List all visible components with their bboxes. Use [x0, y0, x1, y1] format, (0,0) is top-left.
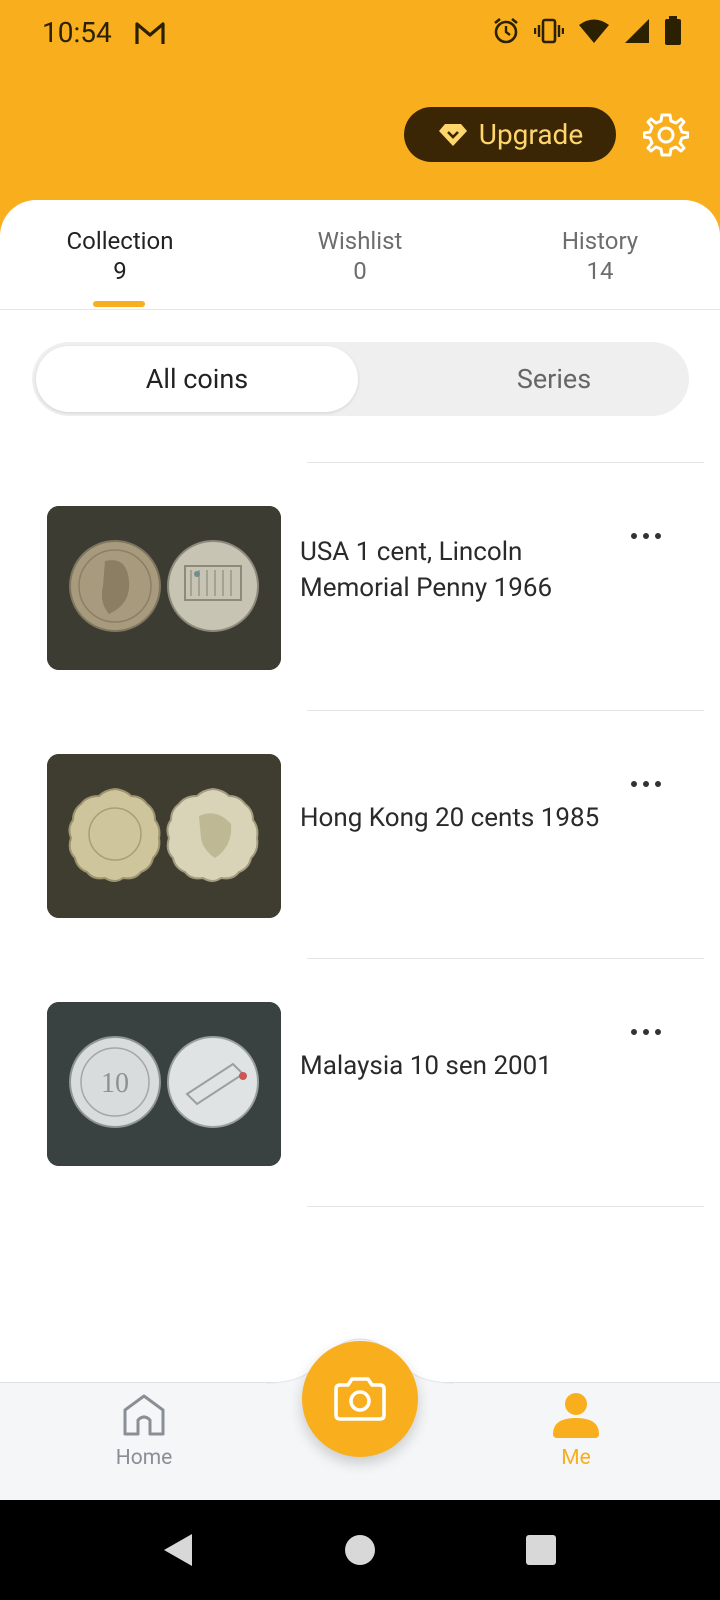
nav-home-label: Home: [115, 1446, 173, 1470]
recents-icon[interactable]: [524, 1532, 558, 1568]
home-icon: [123, 1394, 165, 1436]
more-options-icon[interactable]: [626, 524, 666, 548]
camera-button[interactable]: [302, 1341, 418, 1457]
gmail-icon: [135, 22, 165, 44]
settings-gear-icon[interactable]: [643, 112, 689, 158]
coin-thumbnail: [47, 754, 281, 918]
coin-title: Malaysia 10 sen 2001: [300, 1051, 552, 1081]
coin-image-my10sen: 10: [47, 1002, 281, 1166]
upgrade-label: Upgrade: [478, 118, 584, 151]
vibrate-icon: [534, 18, 564, 44]
coin-list-item[interactable]: USA 1 cent, Lincoln Memorial Penny 1966: [0, 482, 720, 730]
tab-count: 14: [586, 257, 614, 285]
status-time: 10:54: [42, 16, 112, 49]
battery-icon: [665, 16, 681, 45]
alarm-icon: [494, 17, 518, 44]
nav-home[interactable]: Home: [84, 1392, 204, 1470]
coin-list-item[interactable]: 10 Malaysia 10 sen 2001: [0, 978, 720, 1226]
tab-wishlist[interactable]: Wishlist 0: [260, 226, 460, 286]
svg-text:10: 10: [101, 1068, 129, 1099]
diamond-icon: [438, 123, 467, 146]
tab-bar: Collection 9 Wishlist 0 History 14: [0, 200, 720, 310]
signal-icon: [625, 19, 649, 43]
tab-label: History: [561, 227, 639, 255]
segment-all-coins[interactable]: All coins: [36, 346, 358, 412]
status-icons: [492, 16, 682, 46]
tab-history[interactable]: History 14: [500, 226, 700, 286]
wifi-icon: [579, 19, 609, 43]
segmented-control: All coins Series: [32, 342, 689, 416]
tab-label: Collection: [66, 227, 174, 255]
list-divider: [307, 958, 704, 959]
status-bar: 10:54: [0, 0, 720, 66]
coin-image-penny: [47, 506, 281, 670]
tab-count: 9: [113, 257, 127, 285]
list-divider: [307, 462, 704, 463]
more-options-icon[interactable]: [626, 1020, 666, 1044]
nav-me[interactable]: Me: [516, 1392, 636, 1470]
more-options-icon[interactable]: [626, 772, 666, 796]
coin-title: USA 1 cent, Lincoln Memorial Penny 1966: [300, 537, 553, 603]
back-icon[interactable]: [160, 1532, 196, 1568]
coin-list-item[interactable]: Hong Kong 20 cents 1985: [0, 730, 720, 978]
list-divider: [307, 710, 704, 711]
coin-thumbnail: [47, 506, 281, 670]
coin-title: Hong Kong 20 cents 1985: [300, 803, 600, 833]
nav-me-label: Me: [561, 1446, 591, 1470]
upgrade-button[interactable]: Upgrade: [404, 107, 616, 162]
main-card: Collection 9 Wishlist 0 History 14 All c…: [0, 200, 720, 1384]
tab-active-indicator: [93, 301, 145, 307]
home-circle-icon[interactable]: [344, 1532, 376, 1568]
camera-icon: [334, 1377, 386, 1421]
person-icon: [553, 1393, 599, 1438]
system-nav-bar: [0, 1500, 720, 1600]
tab-collection[interactable]: Collection 9: [20, 226, 220, 286]
coin-image-hk20: [47, 754, 281, 918]
list-divider: [307, 1206, 704, 1207]
coin-thumbnail: 10: [47, 1002, 281, 1166]
segment-series[interactable]: Series: [393, 346, 715, 412]
tab-count: 0: [353, 257, 367, 285]
tab-label: Wishlist: [317, 227, 403, 255]
